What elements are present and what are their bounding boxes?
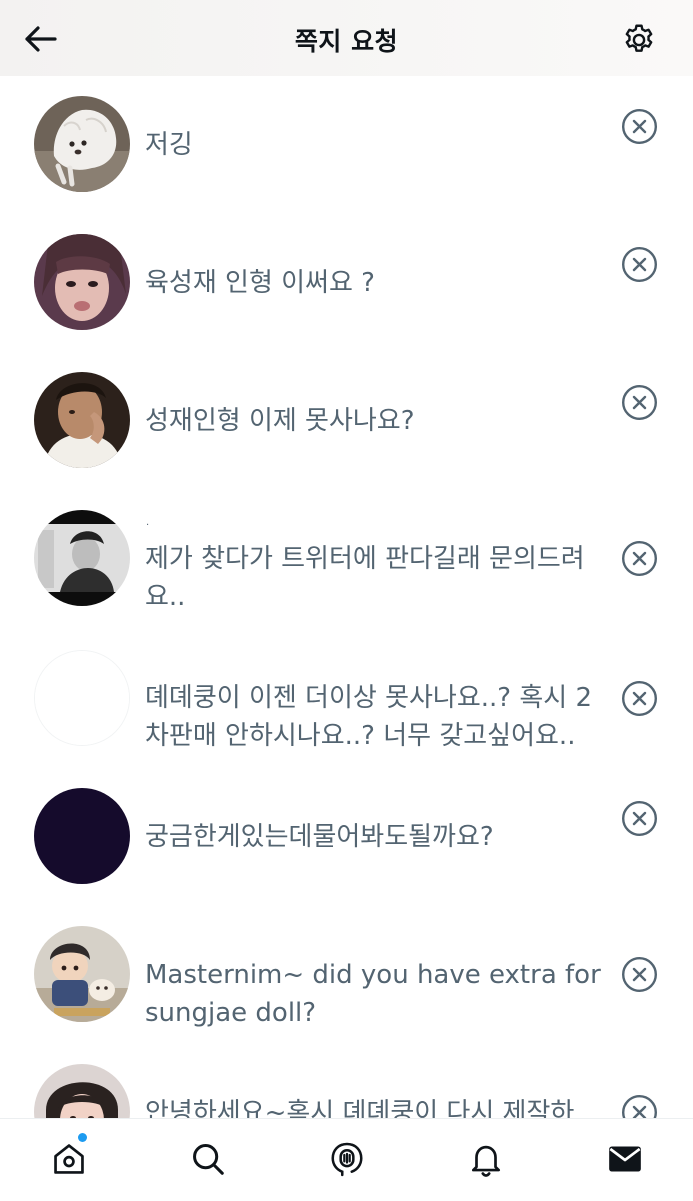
message-request-row[interactable]: 성재인형 이제 못사나요?: [0, 372, 693, 472]
avatar[interactable]: [34, 650, 130, 746]
bottom-tab-bar: [0, 1118, 693, 1201]
message-preview[interactable]: 궁금한게있는데물어봐도될까요?: [145, 818, 603, 856]
message-request-row[interactable]: 안녕하세요~혹시 뎨뎨쿵이 다시 제작하: [0, 1064, 693, 1124]
avatar[interactable]: [34, 372, 130, 468]
message-preview[interactable]: 육성재 인형 이써요 ?: [145, 264, 603, 302]
dismiss-circle-x-icon[interactable]: [621, 246, 658, 283]
home-unread-dot: [78, 1133, 87, 1142]
avatar[interactable]: [34, 788, 130, 884]
avatar[interactable]: [34, 96, 130, 192]
tab-search[interactable]: [186, 1137, 230, 1181]
message-request-row[interactable]: Masternim~ did you have extra for sungja…: [0, 926, 693, 1056]
dismiss-circle-x-icon[interactable]: [621, 108, 658, 145]
dismiss-circle-x-icon[interactable]: [621, 800, 658, 837]
avatar[interactable]: [34, 510, 130, 606]
message-preview[interactable]: 성재인형 이제 못사나요?: [145, 402, 603, 440]
tab-messages[interactable]: [603, 1137, 647, 1181]
message-preview[interactable]: 저깅: [145, 126, 603, 164]
messages-icon: [609, 1146, 641, 1172]
avatar[interactable]: [34, 1064, 130, 1124]
dismiss-circle-x-icon[interactable]: [621, 384, 658, 421]
dismiss-circle-x-icon[interactable]: [621, 956, 658, 993]
gear-icon: [625, 24, 653, 52]
message-request-row[interactable]: 뎨뎨쿵이 이젠 더이상 못사나요..? 혹시 2 차판매 안하시나요..? 너무…: [0, 648, 693, 788]
notifications-icon: [471, 1145, 501, 1177]
message-request-row[interactable]: 육성재 인형 이써요 ?: [0, 234, 693, 334]
message-request-row[interactable]: 저깅: [0, 96, 693, 196]
message-preview[interactable]: Masternim~ did you have extra for sungja…: [145, 956, 603, 1032]
settings-button[interactable]: [617, 19, 661, 61]
message-preview[interactable]: 제가 찾다가 트위터에 판다길래 문의드려 요..: [145, 540, 603, 616]
message-preview[interactable]: 뎨뎨쿵이 이젠 더이상 못사나요..? 혹시 2 차판매 안하시나요..? 너무…: [145, 679, 603, 755]
search-icon: [193, 1144, 224, 1175]
tab-notifications[interactable]: [464, 1137, 508, 1181]
header-bar: 쪽지 요청: [0, 0, 693, 76]
avatar[interactable]: [34, 926, 130, 1022]
dismiss-circle-x-icon[interactable]: [621, 540, 658, 577]
message-request-row[interactable]: 궁금한게있는데물어봐도될까요?: [0, 788, 693, 888]
dismiss-circle-x-icon[interactable]: [621, 680, 658, 717]
message-request-row[interactable]: . 제가 찾다가 트위터에 판다길래 문의드려 요..: [0, 510, 693, 650]
avatar[interactable]: [34, 234, 130, 330]
page-title: 쪽지 요청: [294, 27, 399, 56]
display-name: .: [146, 517, 150, 528]
tab-spaces[interactable]: [325, 1137, 369, 1181]
tab-home[interactable]: [47, 1137, 91, 1181]
spaces-icon: [331, 1142, 363, 1177]
home-icon: [54, 1144, 84, 1174]
